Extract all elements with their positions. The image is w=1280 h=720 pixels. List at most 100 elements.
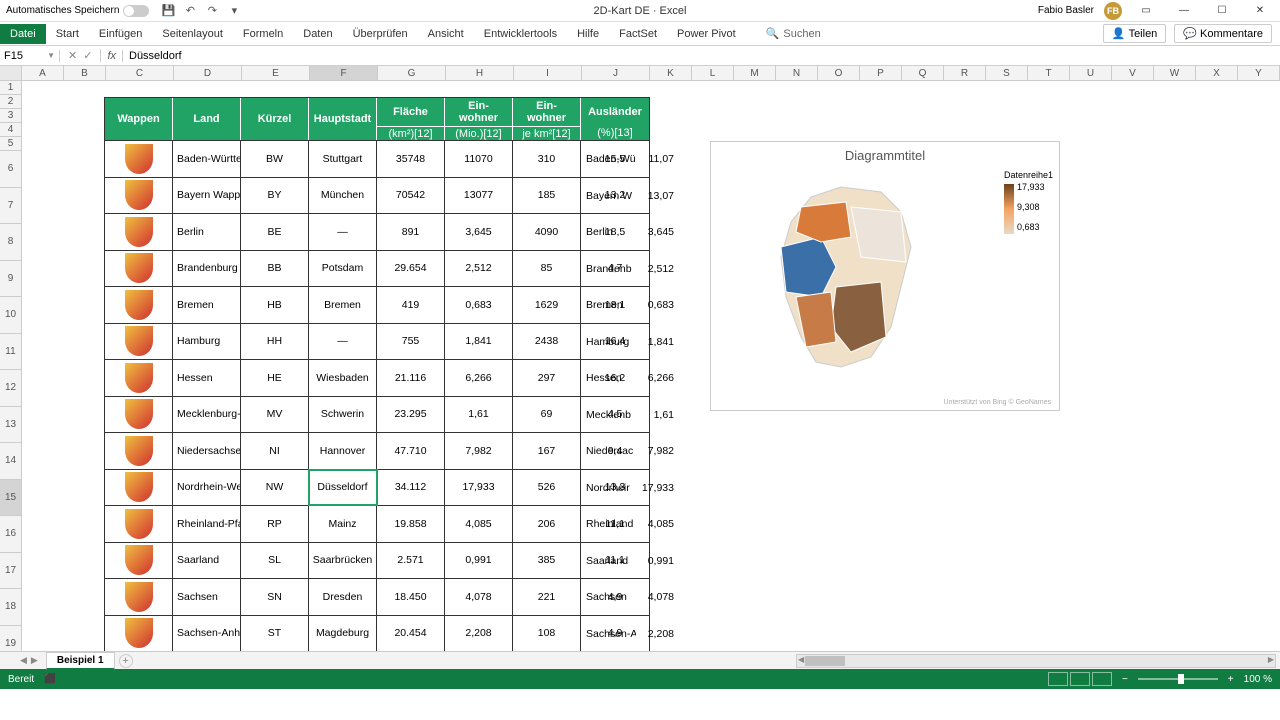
- col-header[interactable]: R: [944, 66, 986, 80]
- row-header[interactable]: 7: [0, 188, 22, 225]
- tab-developer[interactable]: Entwicklertools: [474, 24, 567, 44]
- table-row[interactable]: Hessen HE Wiesbaden 21.116 6,266 297 16,…: [105, 359, 649, 396]
- list-item[interactable]: Rheinland4,085: [586, 506, 674, 543]
- row-header[interactable]: 16: [0, 516, 22, 553]
- col-header[interactable]: E: [242, 66, 310, 80]
- col-header[interactable]: I: [514, 66, 582, 80]
- tab-start[interactable]: Start: [46, 24, 89, 44]
- table-row[interactable]: Bayern Wappen BY München 70542 13077 185…: [105, 177, 649, 214]
- list-item[interactable]: Sachsen4,078: [586, 579, 674, 616]
- col-header[interactable]: O: [818, 66, 860, 80]
- col-header[interactable]: U: [1070, 66, 1112, 80]
- list-item[interactable]: Niedersac7,982: [586, 433, 674, 470]
- row-header[interactable]: 9: [0, 261, 22, 298]
- row-header[interactable]: 3: [0, 109, 22, 123]
- list-item[interactable]: Mecklenb1,61: [586, 397, 674, 434]
- col-header[interactable]: N: [776, 66, 818, 80]
- tab-file[interactable]: Datei: [0, 24, 46, 44]
- tab-help[interactable]: Hilfe: [567, 24, 609, 44]
- row-header[interactable]: 8: [0, 224, 22, 261]
- zoom-in-icon[interactable]: +: [1228, 674, 1234, 685]
- table-row[interactable]: Rheinland-Pfalz RP Mainz 19.858 4,085 20…: [105, 505, 649, 542]
- row-header[interactable]: 4: [0, 123, 22, 137]
- list-item[interactable]: Bremen0,683: [586, 287, 674, 324]
- redo-icon[interactable]: ↷: [205, 4, 219, 18]
- select-all-button[interactable]: [0, 66, 22, 80]
- col-header[interactable]: C: [106, 66, 174, 80]
- zoom-out-icon[interactable]: −: [1122, 674, 1128, 685]
- table-row[interactable]: Sachsen-Anhalt ST Magdeburg 20.454 2,208…: [105, 615, 649, 652]
- row-header[interactable]: 17: [0, 553, 22, 590]
- close-icon[interactable]: ✕: [1246, 1, 1274, 21]
- toggle-switch-icon[interactable]: [123, 5, 149, 17]
- row-header[interactable]: 12: [0, 370, 22, 407]
- row-header[interactable]: 11: [0, 334, 22, 371]
- col-header[interactable]: S: [986, 66, 1028, 80]
- list-item[interactable]: Berlin3,645: [586, 214, 674, 251]
- sheet-prev-icon[interactable]: ◀: [20, 655, 27, 666]
- qat-customize-icon[interactable]: ▾: [227, 4, 241, 18]
- view-pagelayout-icon[interactable]: [1070, 672, 1090, 686]
- col-header[interactable]: G: [378, 66, 446, 80]
- tab-powerpivot[interactable]: Power Pivot: [667, 24, 746, 44]
- user-name[interactable]: Fabio Basler: [1038, 5, 1094, 16]
- grid[interactable]: 12345678910111213141516171819 Wappen Lan…: [0, 81, 1280, 651]
- sheet-tab-active[interactable]: Beispiel 1: [46, 652, 115, 670]
- list-item[interactable]: Sachsen-A2,208: [586, 616, 674, 652]
- table-row[interactable]: Nordrhein-West NW Düsseldorf 34.112 17,9…: [105, 469, 649, 506]
- row-header[interactable]: 13: [0, 407, 22, 444]
- col-header[interactable]: D: [174, 66, 242, 80]
- tab-pagelayout[interactable]: Seitenlayout: [152, 24, 233, 44]
- col-header[interactable]: Y: [1238, 66, 1280, 80]
- col-header[interactable]: W: [1154, 66, 1196, 80]
- row-header[interactable]: 2: [0, 95, 22, 109]
- tab-data[interactable]: Daten: [293, 24, 342, 44]
- tab-view[interactable]: Ansicht: [418, 24, 474, 44]
- col-header[interactable]: B: [64, 66, 106, 80]
- cells[interactable]: Wappen Land Kürzel Hauptstadt Fläche(km²…: [22, 81, 1280, 651]
- row-header[interactable]: 1: [0, 81, 22, 95]
- macro-record-icon[interactable]: ⬛: [44, 674, 56, 685]
- table-row[interactable]: Brandenburg BB Potsdam 29.654 2,512 85 4…: [105, 250, 649, 287]
- col-header[interactable]: V: [1112, 66, 1154, 80]
- name-box[interactable]: F15 ▼: [0, 50, 60, 62]
- fx-icon[interactable]: fx: [101, 50, 123, 62]
- list-item[interactable]: Baden-Wü11,07: [586, 141, 674, 178]
- undo-icon[interactable]: ↶: [183, 4, 197, 18]
- tab-review[interactable]: Überprüfen: [343, 24, 418, 44]
- table-row[interactable]: Mecklenburg-Vo MV Schwerin 23.295 1,61 6…: [105, 396, 649, 433]
- table-row[interactable]: Niedersachsen NI Hannover 47.710 7,982 1…: [105, 432, 649, 469]
- scroll-right-icon[interactable]: ▶: [1268, 655, 1274, 664]
- table-row[interactable]: Bremen HB Bremen 419 0,683 1629 18,1: [105, 286, 649, 323]
- list-item[interactable]: Nordrheir17,933: [586, 470, 674, 507]
- col-header[interactable]: J: [582, 66, 650, 80]
- table-row[interactable]: Sachsen SN Dresden 18.450 4,078 221 4,9: [105, 578, 649, 615]
- map-chart[interactable]: Diagrammtitel Datenreihe1 17,933 9,308 0…: [710, 141, 1060, 411]
- row-header[interactable]: 6: [0, 151, 22, 188]
- row-header[interactable]: 18: [0, 589, 22, 626]
- ribbon-display-icon[interactable]: ▭: [1132, 1, 1160, 21]
- scrollbar-thumb[interactable]: [805, 656, 845, 666]
- row-header[interactable]: 5: [0, 137, 22, 151]
- row-header[interactable]: 15: [0, 480, 22, 517]
- tab-formulas[interactable]: Formeln: [233, 24, 293, 44]
- table-row[interactable]: Hamburg HH — 755 1,841 2438 16,4: [105, 323, 649, 360]
- zoom-level[interactable]: 100 %: [1244, 674, 1272, 685]
- tab-factset[interactable]: FactSet: [609, 24, 667, 44]
- col-header[interactable]: L: [692, 66, 734, 80]
- user-avatar[interactable]: FB: [1104, 2, 1122, 20]
- maximize-icon[interactable]: ☐: [1208, 1, 1236, 21]
- chevron-down-icon[interactable]: ▼: [47, 51, 55, 60]
- zoom-slider[interactable]: [1138, 678, 1218, 680]
- save-icon[interactable]: 💾: [161, 4, 175, 18]
- enter-formula-icon[interactable]: ✓: [83, 49, 92, 62]
- col-header[interactable]: Q: [902, 66, 944, 80]
- col-header[interactable]: K: [650, 66, 692, 80]
- col-header[interactable]: A: [22, 66, 64, 80]
- col-header[interactable]: M: [734, 66, 776, 80]
- col-header[interactable]: F: [310, 66, 378, 80]
- autosave-toggle[interactable]: Automatisches Speichern: [6, 5, 149, 17]
- list-item[interactable]: Hamburg1,841: [586, 324, 674, 361]
- view-normal-icon[interactable]: [1048, 672, 1068, 686]
- horizontal-scrollbar[interactable]: ◀ ▶: [796, 654, 1276, 668]
